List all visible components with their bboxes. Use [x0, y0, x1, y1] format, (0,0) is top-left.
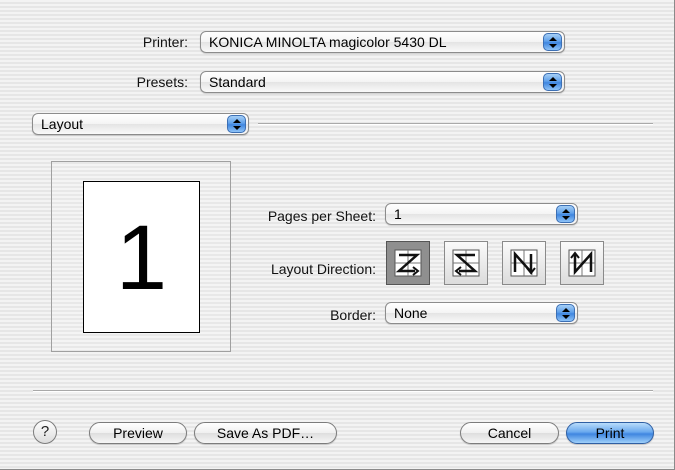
panel-separator [258, 123, 653, 125]
layout-direction-n-button[interactable] [560, 241, 604, 285]
popup-arrows-icon [543, 73, 562, 91]
print-button[interactable]: Print [566, 422, 654, 444]
popup-arrows-icon [227, 115, 246, 133]
pages-per-sheet-value: 1 [394, 206, 402, 222]
panel-selector-value: Layout [41, 116, 84, 132]
layout-direction-label: Layout Direction: [270, 261, 376, 277]
presets-value: Standard [209, 74, 266, 90]
printer-popup[interactable]: KONICA MINOLTA magicolor 5430 DL [200, 31, 565, 53]
preview-page-number: 1 [115, 207, 168, 309]
printer-label: Printer: [142, 34, 188, 50]
save-as-pdf-button[interactable]: Save As PDF… [194, 422, 337, 444]
preview-button[interactable]: Preview [89, 422, 187, 444]
popup-arrows-icon [543, 33, 562, 51]
preview-page: 1 [83, 181, 200, 333]
pages-per-sheet-label: Pages per Sheet: [267, 208, 376, 224]
s-order-right-to-left-icon [452, 249, 480, 277]
cancel-button[interactable]: Cancel [460, 422, 559, 444]
border-popup[interactable]: None [385, 302, 578, 324]
layout-direction-n-reversed-button[interactable] [502, 241, 546, 285]
pages-per-sheet-popup[interactable]: 1 [385, 203, 578, 225]
bottom-separator [33, 390, 653, 392]
presets-label: Presets: [136, 74, 188, 90]
presets-popup[interactable]: Standard [200, 71, 565, 93]
n-order-top-to-bottom-icon [568, 249, 596, 277]
layout-direction-s-button[interactable] [444, 241, 488, 285]
popup-arrows-icon [556, 205, 575, 223]
layout-direction-z-button[interactable] [386, 241, 430, 285]
panel-selector-popup[interactable]: Layout [32, 113, 249, 135]
printer-value: KONICA MINOLTA magicolor 5430 DL [209, 34, 447, 50]
z-order-left-to-right-icon [394, 249, 422, 277]
popup-arrows-icon [556, 304, 575, 322]
border-value: None [394, 305, 428, 321]
n-order-top-to-bottom-reversed-icon [510, 249, 538, 277]
border-label: Border: [330, 307, 376, 323]
layout-preview: 1 [51, 161, 231, 352]
help-button[interactable]: ? [33, 420, 57, 444]
